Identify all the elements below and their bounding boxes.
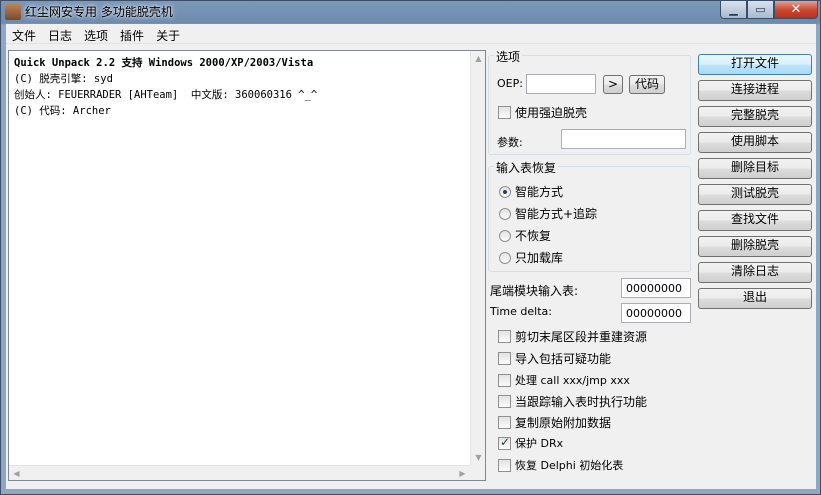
radio-no-recovery[interactable]: 不恢复 (499, 227, 551, 244)
checkbox-suspicious-imports[interactable]: 导入包括可疑功能 (498, 350, 611, 367)
radio-load-libs-only[interactable]: 只加载库 (499, 249, 563, 266)
menu-about[interactable]: 关于 (150, 24, 186, 44)
log-line: 创始人: FEUERRADER [AHTeam] 中文版: 360060316 … (14, 89, 318, 101)
radio-smart-trace[interactable]: 智能方式+追踪 (499, 205, 597, 222)
horizontal-scrollbar[interactable]: ◀ ▶ (9, 465, 470, 480)
log-line: Quick Unpack 2.2 支持 Windows 2000/XP/2003… (14, 57, 314, 69)
checkbox-label: 复制原始附加数据 (515, 416, 612, 430)
title-bar[interactable]: 红尘网安专用 多功能脱壳机 ▁ ▭ ✕ (1, 1, 821, 23)
exit-button[interactable]: 退出 (698, 288, 812, 309)
minimize-button[interactable]: ▁ (720, 1, 747, 19)
radio-label: 智能方式 (515, 185, 564, 199)
scroll-up-icon[interactable]: ▲ (471, 51, 486, 66)
params-input[interactable] (561, 129, 686, 149)
menu-options[interactable]: 选项 (78, 24, 114, 44)
window-title: 红尘网安专用 多功能脱壳机 (25, 5, 173, 19)
checkbox-label: 保护 DRx (515, 437, 564, 450)
minimize-icon: ▁ (729, 3, 738, 16)
log-output[interactable]: Quick Unpack 2.2 支持 Windows 2000/XP/2003… (8, 50, 486, 481)
window-frame: 红尘网安专用 多功能脱壳机 ▁ ▭ ✕ 文件 日志 选项 插件 关于 Quick… (0, 0, 821, 495)
checkbox-handle-call-jmp[interactable]: 处理 call xxx/jmp xxx (498, 372, 630, 388)
scroll-down-icon[interactable]: ▼ (471, 450, 486, 465)
options-group-title: 选项 (494, 48, 523, 65)
caption-buttons: ▁ ▭ ✕ (720, 1, 818, 19)
checkbox-box[interactable] (498, 330, 511, 343)
attach-process-button[interactable]: 连接进程 (698, 80, 812, 101)
checkbox-protect-drx[interactable]: 保护 DRx (498, 435, 563, 451)
vertical-scrollbar[interactable]: ▲ ▼ (470, 51, 485, 465)
import-recovery-group: 输入表恢复 智能方式 智能方式+追踪 不恢复 只加载库 (488, 159, 691, 272)
radio-label: 不恢复 (515, 229, 552, 243)
checkbox-label: 处理 call xxx/jmp xxx (515, 374, 630, 387)
time-delta-input[interactable] (621, 303, 691, 323)
scroll-left-icon[interactable]: ◀ (9, 466, 24, 481)
use-script-button[interactable]: 使用脚本 (698, 132, 812, 153)
checkbox-cut-tail-sections[interactable]: 剪切末尾区段并重建资源 (498, 328, 647, 345)
delete-unpacked-button[interactable]: 删除脱壳 (698, 236, 812, 257)
radio-button[interactable] (499, 207, 511, 220)
oep-go-button[interactable]: > (603, 75, 623, 94)
menu-file[interactable]: 文件 (6, 24, 42, 44)
radio-smart[interactable]: 智能方式 (499, 183, 563, 200)
close-button[interactable]: ✕ (774, 1, 818, 19)
force-unpack-label: 使用强迫脱壳 (515, 106, 588, 120)
checkbox-label: 导入包括可疑功能 (515, 352, 612, 366)
maximize-button[interactable]: ▭ (747, 1, 774, 19)
time-delta-label: Time delta: (490, 305, 552, 318)
full-unpack-button[interactable]: 完整脱壳 (698, 106, 812, 127)
log-line: (C) 脱壳引擎: syd (14, 73, 113, 85)
checkbox-restore-delphi-init[interactable]: 恢复 Delphi 初始化表 (498, 457, 623, 473)
params-label: 参数: (497, 136, 523, 149)
delete-target-button[interactable]: 删除目标 (698, 158, 812, 179)
checkbox-label: 恢复 Delphi 初始化表 (515, 459, 624, 472)
log-line: (C) 代码: Archer (14, 105, 111, 117)
radio-button[interactable] (499, 229, 511, 242)
import-recovery-title: 输入表恢复 (494, 159, 559, 176)
log-lines: Quick Unpack 2.2 支持 Windows 2000/XP/2003… (14, 55, 464, 119)
test-unpack-button[interactable]: 测试脱壳 (698, 184, 812, 205)
client-area: 文件 日志 选项 插件 关于 Quick Unpack 2.2 支持 Windo… (6, 24, 816, 489)
find-file-button[interactable]: 查找文件 (698, 210, 812, 231)
checkbox-box[interactable] (498, 106, 511, 119)
checkbox-label: 剪切末尾区段并重建资源 (515, 330, 648, 344)
tail-import-input[interactable] (621, 278, 691, 298)
app-icon (5, 3, 21, 20)
checkbox-box[interactable] (498, 352, 511, 365)
open-file-button[interactable]: 打开文件 (698, 54, 812, 75)
checkbox-copy-overlay[interactable]: 复制原始附加数据 (498, 414, 611, 431)
force-unpack-checkbox[interactable]: 使用强迫脱壳 (498, 104, 587, 121)
radio-button[interactable] (499, 185, 511, 198)
menu-plugins[interactable]: 插件 (114, 24, 150, 44)
scroll-corner (470, 465, 485, 480)
code-button[interactable]: 代码 (629, 75, 665, 94)
checkbox-exec-on-trace[interactable]: 当跟踪输入表时执行功能 (498, 393, 647, 410)
options-group: 选项 OEP: > 代码 使用强迫脱壳 参数: (488, 48, 691, 155)
radio-label: 智能方式+追踪 (515, 207, 598, 221)
checkbox-box[interactable] (498, 395, 511, 408)
checkbox-label: 当跟踪输入表时执行功能 (515, 395, 648, 409)
close-icon: ✕ (790, 2, 802, 17)
checkbox-box[interactable] (498, 435, 511, 450)
checkbox-box[interactable] (498, 458, 511, 472)
scroll-right-icon[interactable]: ▶ (455, 466, 470, 481)
tail-import-label: 尾端模块输入表: (490, 284, 579, 298)
oep-input[interactable] (526, 74, 596, 94)
checkbox-box[interactable] (498, 373, 511, 387)
radio-label: 只加载库 (515, 251, 564, 265)
checkbox-box[interactable] (498, 416, 511, 429)
menu-log[interactable]: 日志 (42, 24, 78, 44)
oep-label: OEP: (497, 77, 523, 90)
clear-log-button[interactable]: 清除日志 (698, 262, 812, 283)
radio-button[interactable] (499, 251, 511, 264)
maximize-icon: ▭ (755, 3, 766, 16)
menu-bar: 文件 日志 选项 插件 关于 (6, 24, 816, 44)
